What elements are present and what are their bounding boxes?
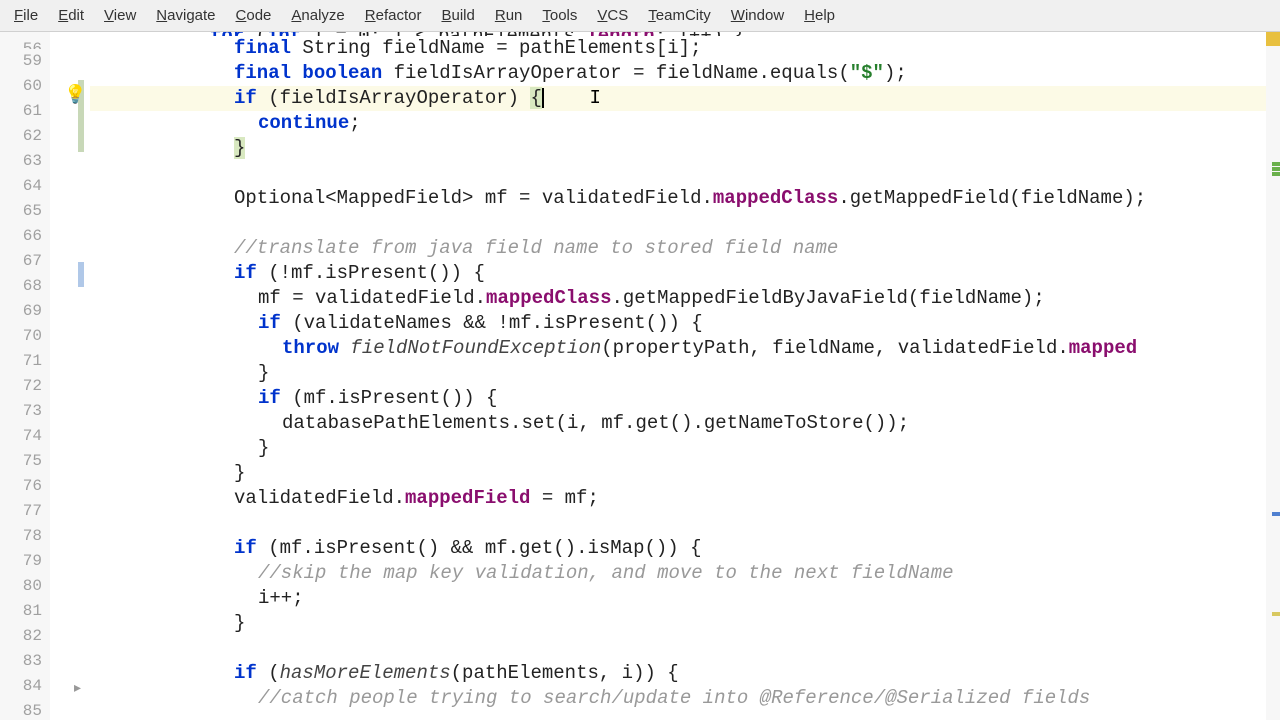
menu-view[interactable]: View	[94, 3, 146, 28]
code-line[interactable]: Optional<MappedField> mf = validatedFiel…	[90, 186, 1266, 211]
menu-tools[interactable]: Tools	[532, 3, 587, 28]
code-line[interactable]	[90, 636, 1266, 661]
fold-arrow-icon[interactable]: ▸	[74, 679, 81, 696]
menu-refactor[interactable]: Refactor	[355, 3, 432, 28]
line-number: 60	[0, 74, 42, 99]
stripe-marker[interactable]	[1272, 172, 1280, 176]
line-number: 56	[0, 37, 42, 49]
line-number: 73	[0, 399, 42, 424]
intention-bulb-icon[interactable]: 💡	[64, 84, 84, 104]
line-number: 62	[0, 124, 42, 149]
stripe-marker[interactable]	[1272, 512, 1280, 516]
line-number: 70	[0, 324, 42, 349]
code-line[interactable]: if (mf.isPresent() && mf.get().isMap()) …	[90, 536, 1266, 561]
menu-help[interactable]: Help	[794, 3, 845, 28]
code-line[interactable]: }	[90, 361, 1266, 386]
error-stripe[interactable]	[1266, 32, 1280, 720]
line-number: 59	[0, 49, 42, 74]
code-line[interactable]: i++;	[90, 586, 1266, 611]
menu-edit[interactable]: Edit	[48, 3, 94, 28]
menu-file[interactable]: File	[4, 3, 48, 28]
line-number: 78	[0, 524, 42, 549]
code-line[interactable]: }	[90, 461, 1266, 486]
menu-analyze[interactable]: Analyze	[281, 3, 354, 28]
menu-vcs[interactable]: VCS	[587, 3, 638, 28]
line-number: 83	[0, 649, 42, 674]
line-number: 68	[0, 274, 42, 299]
line-number: 85	[0, 699, 42, 724]
code-line[interactable]: final boolean fieldIsArrayOperator = fie…	[90, 61, 1266, 86]
menu-run[interactable]: Run	[485, 3, 533, 28]
code-line[interactable]: final String fieldName = pathElements[i]…	[90, 36, 1266, 61]
code-line[interactable]: if (fieldIsArrayOperator) { I	[90, 86, 1266, 111]
code-line[interactable]: //translate from java field name to stor…	[90, 236, 1266, 261]
line-number: 71	[0, 349, 42, 374]
code-line[interactable]: databasePathElements.set(i, mf.get().get…	[90, 411, 1266, 436]
line-number: 75	[0, 449, 42, 474]
stripe-marker[interactable]	[1272, 612, 1280, 616]
line-number: 82	[0, 624, 42, 649]
analysis-status-icon[interactable]	[1266, 32, 1280, 46]
code-line[interactable]: mf = validatedField.mappedClass.getMappe…	[90, 286, 1266, 311]
line-number-gutter: 5659606162636465666768697071727374757677…	[0, 32, 50, 720]
code-line[interactable]: }	[90, 611, 1266, 636]
stripe-marker[interactable]	[1272, 162, 1280, 166]
code-line[interactable]	[90, 211, 1266, 236]
line-number: 81	[0, 599, 42, 624]
code-line[interactable]: throw fieldNotFoundException(propertyPat…	[90, 336, 1266, 361]
change-marker	[78, 262, 84, 287]
code-line[interactable]: if (!mf.isPresent()) {	[90, 261, 1266, 286]
stripe-marker[interactable]	[1272, 167, 1280, 171]
code-line[interactable]: }	[90, 436, 1266, 461]
code-area[interactable]: for (int i = 0; i < pathElements.length;…	[90, 32, 1266, 720]
line-number: 74	[0, 424, 42, 449]
code-line[interactable]: //catch people trying to search/update i…	[90, 686, 1266, 711]
code-line[interactable]: if (validateNames && !mf.isPresent()) {	[90, 311, 1266, 336]
line-number: 67	[0, 249, 42, 274]
editor: 5659606162636465666768697071727374757677…	[0, 32, 1280, 720]
line-number: 69	[0, 299, 42, 324]
line-number: 64	[0, 174, 42, 199]
gutter-markers: 💡▸	[50, 32, 90, 720]
menu-build[interactable]: Build	[431, 3, 484, 28]
menu-teamcity[interactable]: TeamCity	[638, 3, 721, 28]
line-number: 77	[0, 499, 42, 524]
line-number: 66	[0, 224, 42, 249]
line-number: 72	[0, 374, 42, 399]
line-number: 80	[0, 574, 42, 599]
code-line[interactable]	[90, 511, 1266, 536]
code-line[interactable]: continue;	[90, 111, 1266, 136]
menu-window[interactable]: Window	[721, 3, 794, 28]
line-number: 63	[0, 149, 42, 174]
code-line[interactable]: if (mf.isPresent()) {	[90, 386, 1266, 411]
code-line[interactable]: //skip the map key validation, and move …	[90, 561, 1266, 586]
line-number: 79	[0, 549, 42, 574]
menubar: FileEditViewNavigateCodeAnalyzeRefactorB…	[0, 0, 1280, 32]
line-number: 84	[0, 674, 42, 699]
line-number: 76	[0, 474, 42, 499]
menu-navigate[interactable]: Navigate	[146, 3, 225, 28]
line-number: 61	[0, 99, 42, 124]
code-line[interactable]: }	[90, 136, 1266, 161]
line-number: 65	[0, 199, 42, 224]
code-line[interactable]: validatedField.mappedField = mf;	[90, 486, 1266, 511]
menu-code[interactable]: Code	[226, 3, 282, 28]
code-line[interactable]	[90, 161, 1266, 186]
code-line[interactable]: if (hasMoreElements(pathElements, i)) {	[90, 661, 1266, 686]
